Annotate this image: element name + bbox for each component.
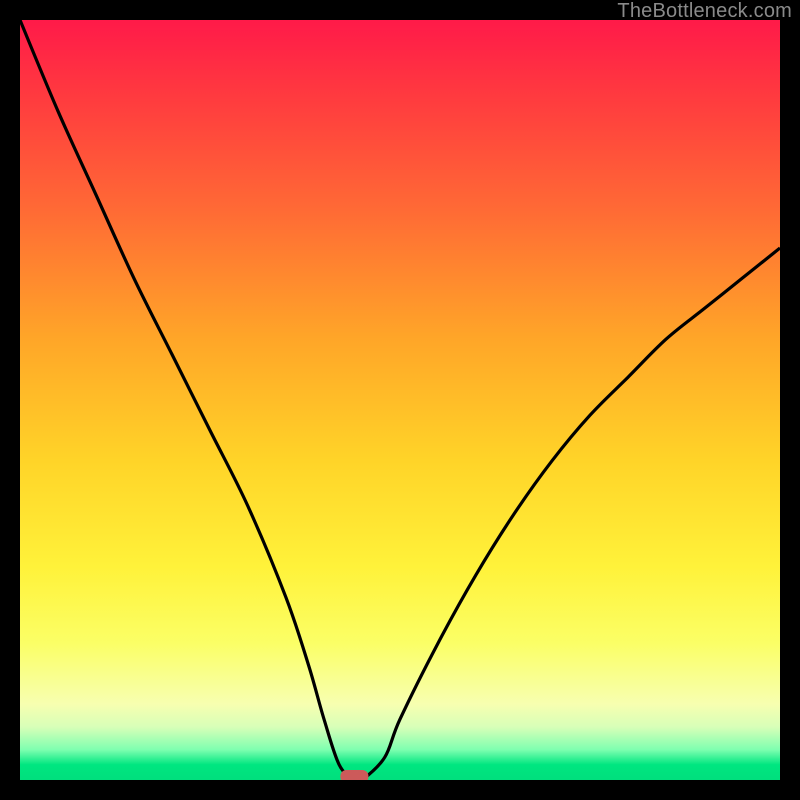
chart-frame: TheBottleneck.com (0, 0, 800, 800)
watermark-text: TheBottleneck.com (617, 0, 792, 23)
plot-area (20, 20, 780, 780)
bottleneck-curve (20, 20, 780, 780)
optimum-marker (340, 770, 368, 780)
chart-svg (20, 20, 780, 780)
